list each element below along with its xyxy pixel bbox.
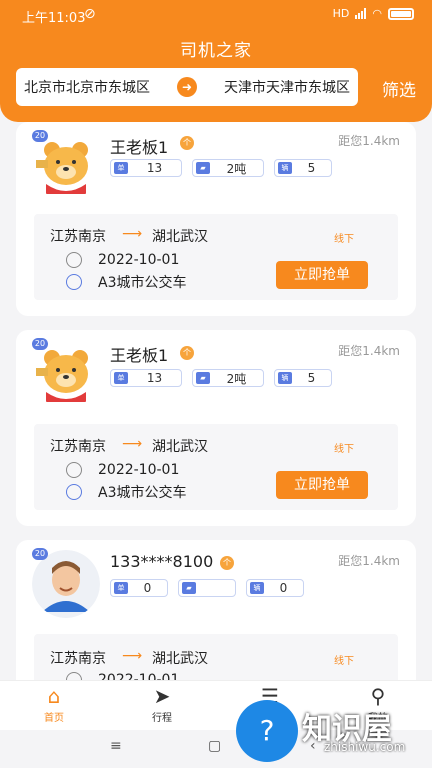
- tonnage-tag: ▰: [178, 579, 236, 597]
- arrow-right-icon: ⟶: [122, 226, 143, 242]
- order-type: 线下: [334, 656, 354, 667]
- order-count-tag: 单 13: [110, 369, 182, 387]
- date-row: 2022-10-01: [66, 252, 179, 268]
- driver-card[interactable]: 20 王老板1 个 距您1.4km 单 13 ▰ 2吨 辆5 江苏南京 ⟶ 湖北武汉…: [16, 122, 416, 316]
- order-icon: 单: [114, 162, 128, 174]
- arrow-right-icon: ⟶: [122, 436, 143, 452]
- distance-label: 距您1.4km: [338, 554, 400, 568]
- battery-icon: [388, 7, 414, 20]
- nav-trip[interactable]: ➤ 行程: [132, 685, 192, 724]
- vehicle-row: A3城市公交车: [66, 272, 186, 292]
- clock-icon: [66, 252, 82, 268]
- vehicle-row: A3城市公交车: [66, 482, 186, 502]
- origin-city: 江苏南京: [50, 651, 106, 667]
- vehicle-icon: 辆: [278, 372, 292, 384]
- vehicle-count-tag: 辆5: [274, 159, 332, 177]
- home-square-icon[interactable]: ▢: [208, 738, 221, 754]
- tonnage-tag: ▰ 2吨: [192, 159, 264, 177]
- vehicle-count-tag: 辆5: [274, 369, 332, 387]
- steering-wheel-icon: [66, 484, 82, 500]
- status-bar: 上午11:03 ⊘ HD ◠: [0, 0, 432, 30]
- level-badge: 20: [32, 548, 48, 560]
- driver-card[interactable]: 20 133****8100 个 距您1.4km 单0 ▰ 辆0 江苏南京 ⟶ …: [16, 540, 416, 700]
- vehicle-icon: 辆: [278, 162, 292, 174]
- level-badge: 20: [32, 338, 48, 350]
- order-detail: 江苏南京 ⟶ 湖北武汉 线下 2022-10-01 A3城市公交车 立即抢单: [34, 214, 398, 300]
- bear-avatar: [36, 142, 88, 194]
- status-right: HD ◠: [333, 7, 414, 20]
- stats-row: 单 13 ▰ 2吨 辆5: [110, 369, 332, 387]
- destination-city: 湖北武汉: [152, 229, 208, 245]
- order-count-tag: 单0: [110, 579, 168, 597]
- grab-order-button[interactable]: 立即抢单: [276, 261, 368, 289]
- watermark-logo-icon: ?: [236, 700, 298, 762]
- destination-city: 湖北武汉: [152, 651, 208, 667]
- vehicle-count-tag: 辆0: [246, 579, 304, 597]
- level-badge: 20: [32, 130, 48, 142]
- bear-avatar: [36, 350, 88, 402]
- nav-home[interactable]: ⌂ 首页: [24, 685, 84, 724]
- truck-icon: ▰: [182, 582, 196, 594]
- truck-icon: ▰: [196, 162, 210, 174]
- grab-order-button[interactable]: 立即抢单: [276, 471, 368, 499]
- page-title: 司机之家: [180, 41, 252, 61]
- clock-icon: [66, 462, 82, 478]
- menu-icon[interactable]: ≡: [110, 738, 122, 754]
- date-row: 2022-10-01: [66, 462, 179, 478]
- from-city[interactable]: 北京市北京市东城区: [24, 77, 150, 97]
- navigation-arrow-icon: ➤: [153, 684, 171, 708]
- medal-icon: 个: [180, 346, 194, 360]
- truck-icon: ▰: [196, 372, 210, 384]
- origin-city: 江苏南京: [50, 229, 106, 245]
- app-header: 上午11:03 ⊘ HD ◠ 司机之家 北京市北京市东城区 ➜ 天津市天津市东城…: [0, 0, 432, 122]
- order-icon: 单: [114, 372, 128, 384]
- order-detail: 江苏南京 ⟶ 湖北武汉 线下 2022-10-01 A3城市公交车 立即抢单: [34, 424, 398, 510]
- watermark-domain: zhishiwu.com: [324, 740, 406, 754]
- home-icon: ⌂: [47, 684, 61, 708]
- no-sim-icon: ⊘: [84, 6, 96, 22]
- order-count-tag: 单 13: [110, 159, 182, 177]
- medal-icon: 个: [220, 556, 234, 570]
- tonnage-tag: ▰ 2吨: [192, 369, 264, 387]
- driver-card[interactable]: 20 王老板1 个 距您1.4km 单 13 ▰ 2吨 辆5 江苏南京 ⟶ 湖北武汉…: [16, 330, 416, 526]
- arrow-right-icon: ⟶: [122, 648, 143, 664]
- order-icon: 单: [114, 582, 128, 594]
- order-type: 线下: [334, 234, 354, 245]
- vehicle-icon: 辆: [250, 582, 264, 594]
- signal-icon: [355, 8, 367, 19]
- user-avatar: [32, 550, 100, 618]
- distance-label: 距您1.4km: [338, 344, 400, 358]
- status-time: 上午11:03: [22, 11, 86, 26]
- driver-name: 王老板1: [110, 346, 169, 365]
- stats-row: 单0 ▰ 辆0: [110, 579, 304, 597]
- distance-label: 距您1.4km: [338, 134, 400, 148]
- driver-name: 133****8100: [110, 552, 214, 571]
- filter-button[interactable]: 筛选: [382, 76, 416, 101]
- to-city[interactable]: 天津市天津市东城区: [224, 77, 350, 97]
- hd-label: HD: [332, 7, 350, 20]
- origin-city: 江苏南京: [50, 439, 106, 455]
- arrow-right-icon: ➜: [177, 77, 197, 97]
- order-type: 线下: [334, 444, 354, 455]
- destination-city: 湖北武汉: [152, 439, 208, 455]
- wifi-icon: ◠: [372, 7, 382, 20]
- steering-wheel-icon: [66, 274, 82, 290]
- stats-row: 单 13 ▰ 2吨 辆5: [110, 159, 332, 177]
- driver-name: 王老板1: [110, 138, 169, 157]
- medal-icon: 个: [180, 136, 194, 150]
- route-selector[interactable]: 北京市北京市东城区 ➜ 天津市天津市东城区: [16, 68, 358, 106]
